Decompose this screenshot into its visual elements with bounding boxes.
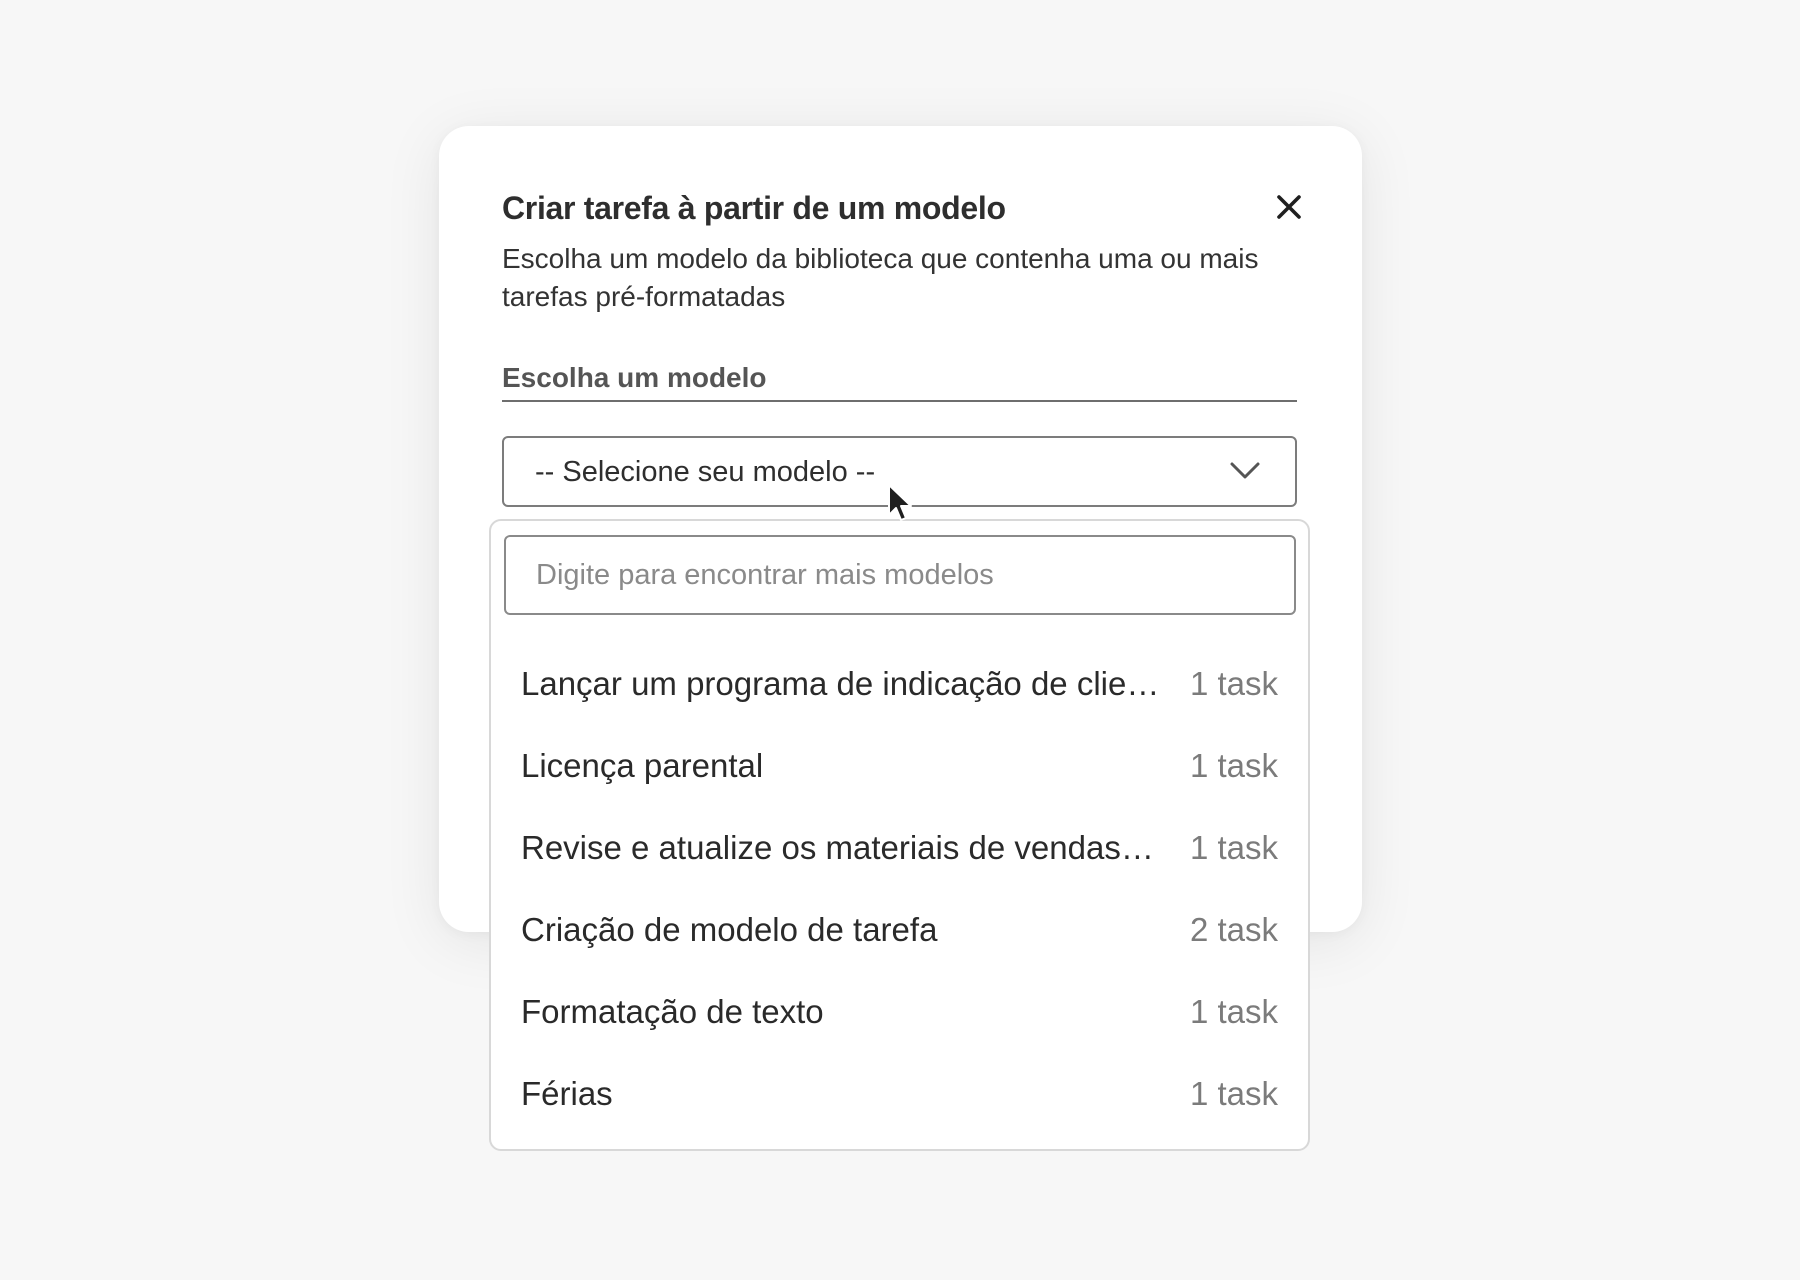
dialog-description: Escolha um modelo da biblioteca que cont… bbox=[502, 243, 1259, 312]
option-task-count: 1 task bbox=[1189, 993, 1278, 1030]
template-options-list: Lançar um programa de indicação de clien… bbox=[491, 645, 1308, 1137]
template-option[interactable]: Criação de modelo de tarefa 2 task bbox=[491, 891, 1308, 973]
option-task-count: 1 task bbox=[1189, 747, 1278, 784]
option-label: Formatação de texto bbox=[521, 993, 824, 1030]
template-option[interactable]: Férias 1 task bbox=[491, 1055, 1308, 1137]
option-label: Revise e atualize os materiais de vendas… bbox=[521, 829, 1161, 866]
option-label: Criação de modelo de tarefa bbox=[521, 911, 938, 948]
option-label: Licença parental bbox=[521, 747, 764, 784]
template-select[interactable]: -- Selecione seu modelo -- bbox=[502, 436, 1297, 507]
close-icon bbox=[1277, 195, 1301, 219]
close-button[interactable] bbox=[1266, 184, 1312, 230]
dialog-title: Criar tarefa à partir de um modelo bbox=[502, 190, 1006, 226]
template-dropdown: Lançar um programa de indicação de clien… bbox=[489, 519, 1310, 1151]
option-task-count: 1 task bbox=[1189, 1075, 1278, 1112]
option-task-count: 1 task bbox=[1189, 665, 1278, 702]
option-label: Férias bbox=[521, 1075, 613, 1112]
section-label: Escolha um modelo bbox=[502, 362, 1297, 402]
template-option[interactable]: Lançar um programa de indicação de clien… bbox=[491, 645, 1308, 727]
template-option[interactable]: Licença parental 1 task bbox=[491, 727, 1308, 809]
chevron-down-icon bbox=[1230, 462, 1260, 479]
option-label: Lançar um programa de indicação de clien… bbox=[521, 665, 1161, 702]
select-value: -- Selecione seu modelo -- bbox=[535, 456, 876, 488]
search-input[interactable] bbox=[504, 535, 1296, 615]
template-option[interactable]: Formatação de texto 1 task bbox=[491, 973, 1308, 1055]
option-task-count: 2 task bbox=[1189, 911, 1278, 948]
template-option[interactable]: Revise e atualize os materiais de vendas… bbox=[491, 809, 1308, 891]
option-task-count: 1 task bbox=[1189, 829, 1278, 866]
